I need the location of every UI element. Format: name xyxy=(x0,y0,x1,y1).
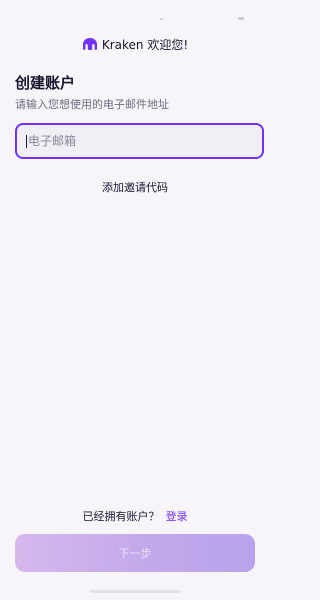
email-field[interactable] xyxy=(15,123,264,159)
signin-prompt: 已经拥有账户？ xyxy=(82,510,160,523)
page-subtitle: 请输入您想使用的电子邮件地址 xyxy=(15,98,169,111)
battery-icon xyxy=(238,17,244,20)
brand-header: Kraken 欢迎您! xyxy=(0,34,270,54)
brand-title: Kraken 欢迎您! xyxy=(101,37,189,52)
status-indicator xyxy=(160,18,163,20)
add-invite-code-link[interactable]: 添加邀请代码 xyxy=(0,179,270,195)
kraken-logo-icon xyxy=(82,37,98,51)
status-bar xyxy=(0,0,270,28)
signin-link[interactable]: 登录 xyxy=(166,510,188,523)
create-account-screen: Kraken 欢迎您! 创建账户 请输入您想使用的电子邮件地址 添加邀请代码 已… xyxy=(0,0,270,600)
text-caret xyxy=(26,134,27,148)
email-input[interactable] xyxy=(28,134,248,148)
signin-row: 已经拥有账户？ 登录 xyxy=(0,508,270,524)
home-indicator xyxy=(90,590,180,593)
next-button[interactable]: 下一步 xyxy=(15,534,255,572)
page-title: 创建账户 xyxy=(15,74,76,92)
